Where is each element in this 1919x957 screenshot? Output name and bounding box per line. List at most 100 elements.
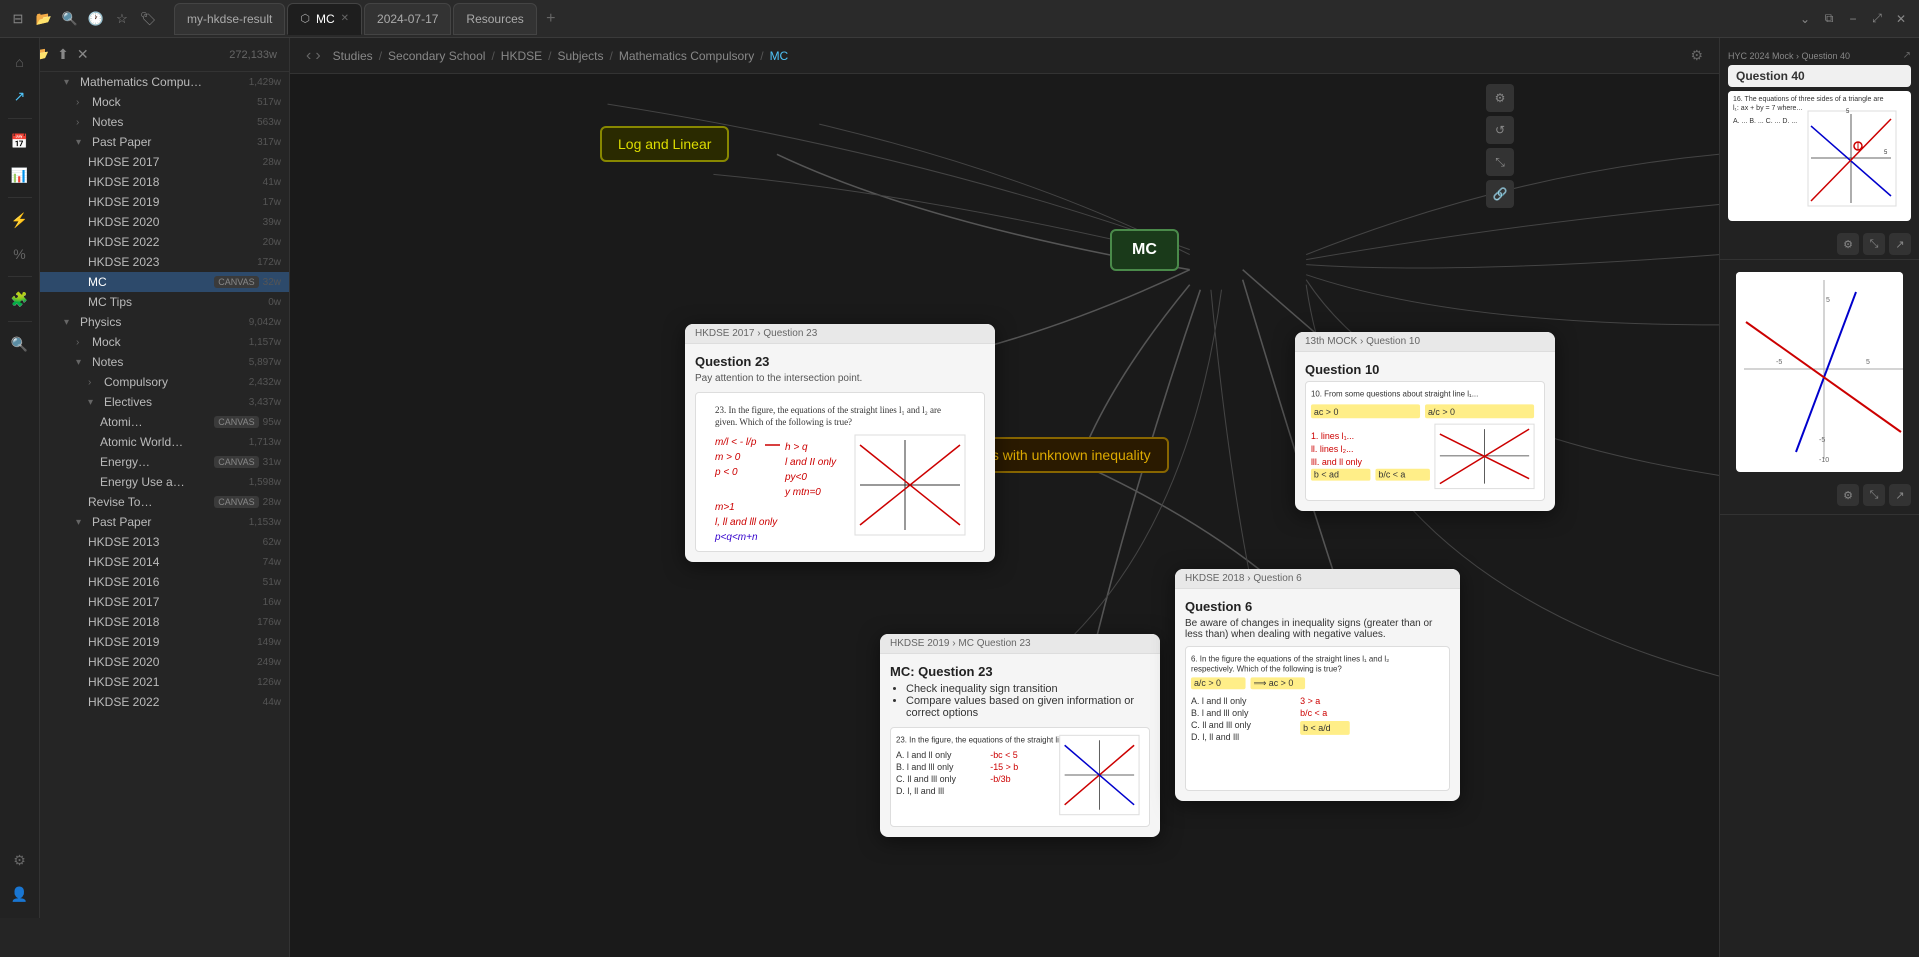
sidebar-item-hkdse2018[interactable]: HKDSE 2018 41w: [40, 172, 289, 192]
rp-graph-settings-icon[interactable]: ⚙: [1837, 484, 1859, 506]
sidebar-item-phys-hkdse2014[interactable]: HKDSE 2014 74w: [40, 552, 289, 572]
rp-q40-link-icon[interactable]: ↗: [1889, 233, 1911, 255]
rp-graph-zoom-icon[interactable]: ⤡: [1863, 484, 1885, 506]
canvas-rotate-icon[interactable]: ↺: [1486, 116, 1514, 144]
card-q23[interactable]: HKDSE 2017 › Question 23 Question 23 Pay…: [685, 324, 995, 562]
ltb-search-icon[interactable]: 🔍: [4, 328, 36, 360]
sidebar-toggle-icon[interactable]: ⊟: [8, 9, 28, 29]
sidebar-item-hkdse2019-label: HKDSE 2019: [88, 195, 259, 209]
sidebar-item-notes[interactable]: › Notes 563w: [40, 112, 289, 132]
tag-icon[interactable]: 🏷: [138, 9, 158, 29]
right-panel-q40[interactable]: HYC 2024 Mock › Question 40 ↗ Question 4…: [1720, 38, 1919, 260]
ltb-percent-icon[interactable]: %: [4, 238, 36, 270]
sidebar-item-energy[interactable]: Energy… CANVAS 31w: [40, 452, 289, 472]
breadcrumb-studies[interactable]: Studies: [333, 49, 373, 63]
svg-text:lll. and ll only: lll. and ll only: [1311, 456, 1363, 466]
card-mc-q23[interactable]: HKDSE 2019 › MC Question 23 MC: Question…: [880, 634, 1160, 837]
sidebar-item-physics-past-paper[interactable]: ▾ Past Paper 1,153w: [40, 512, 289, 532]
rp-q40-zoom-icon[interactable]: ⤡: [1863, 233, 1885, 255]
split-view-icon[interactable]: ⧉: [1819, 9, 1839, 29]
maximize-icon[interactable]: ⤢: [1867, 9, 1887, 29]
bookmark-icon[interactable]: ☆: [112, 9, 132, 29]
tab-my-hkdse[interactable]: my-hkdse-result: [174, 3, 285, 35]
canvas-settings-icon[interactable]: ⚙: [1486, 84, 1514, 112]
breadcrumb-secondary-school[interactable]: Secondary School: [388, 49, 485, 63]
sidebar-item-phys-hkdse2013[interactable]: HKDSE 2013 62w: [40, 532, 289, 552]
sidebar-item-revise-to[interactable]: Revise To… CANVAS 28w: [40, 492, 289, 512]
ltb-puzzle-icon[interactable]: 🧩: [4, 283, 36, 315]
sidebar-item-energy-use-label: Energy Use a…: [100, 475, 245, 489]
history-icon[interactable]: 🕐: [86, 9, 106, 29]
sidebar-item-hkdse2019[interactable]: HKDSE 2019 17w: [40, 192, 289, 212]
sidebar-item-phys-hkdse2019[interactable]: HKDSE 2019 149w: [40, 632, 289, 652]
card-q6[interactable]: HKDSE 2018 › Question 6 Question 6 Be aw…: [1175, 569, 1460, 801]
svg-text:⟹ ac > 0: ⟹ ac > 0: [1253, 678, 1293, 688]
titlebar: ⊟ 📂 🔍 🕐 ☆ 🏷 my-hkdse-result ⬡ MC ✕ 2024-…: [0, 0, 1919, 38]
breadcrumb-current: MC: [770, 49, 789, 63]
breadcrumb-actions: ⚙: [1690, 47, 1703, 64]
breadcrumb-settings-icon[interactable]: ⚙: [1690, 47, 1703, 64]
sidebar-item-mock[interactable]: › Mock 517w: [40, 92, 289, 112]
ltb-person-icon[interactable]: 👤: [4, 878, 36, 910]
ltb-chart-icon[interactable]: 📊: [4, 159, 36, 191]
svg-text:-5: -5: [1776, 359, 1782, 366]
canvas-badge: CANVAS: [214, 276, 258, 288]
sidebar-item-physics-mock-count: 1,157w: [249, 337, 281, 348]
sidebar-item-physics-notes[interactable]: ▾ Notes 5,897w: [40, 352, 289, 372]
search-icon[interactable]: 🔍: [60, 9, 80, 29]
sidebar-item-phys-hkdse2021[interactable]: HKDSE 2021 126w: [40, 672, 289, 692]
sidebar-item-hkdse2022[interactable]: HKDSE 2022 20w: [40, 232, 289, 252]
breadcrumb-subjects[interactable]: Subjects: [557, 49, 603, 63]
log-linear-node[interactable]: Log and Linear: [600, 126, 729, 162]
breadcrumb-math-comp[interactable]: Mathematics Compulsory: [619, 49, 754, 63]
sidebar-item-compulsory[interactable]: › Compulsory 2,432w: [40, 372, 289, 392]
sidebar-item-phys-hkdse2022[interactable]: HKDSE 2022 44w: [40, 692, 289, 712]
ltb-settings-icon[interactable]: ⚙: [4, 844, 36, 876]
nav-back-icon[interactable]: ‹: [306, 47, 311, 65]
sidebar-item-hkdse2017[interactable]: HKDSE 2017 28w: [40, 152, 289, 172]
close-sidebar-icon[interactable]: ✕: [77, 46, 89, 63]
rp-q40-settings-icon[interactable]: ⚙: [1837, 233, 1859, 255]
mc-central-node[interactable]: MC: [1110, 229, 1179, 271]
sidebar-item-hkdse2023[interactable]: HKDSE 2023 172w: [40, 252, 289, 272]
sidebar-item-hkdse2020[interactable]: HKDSE 2020 39w: [40, 212, 289, 232]
sidebar-item-electives[interactable]: ▾ Electives 3,437w: [40, 392, 289, 412]
new-tab-button[interactable]: +: [539, 7, 563, 31]
card-q10[interactable]: 13th MOCK › Question 10 Question 10 10. …: [1295, 332, 1555, 511]
folder-icon[interactable]: 📂: [34, 9, 54, 29]
sidebar-item-phys-hkdse2016[interactable]: HKDSE 2016 51w: [40, 572, 289, 592]
tab-mc-close-icon[interactable]: ✕: [341, 13, 349, 24]
sidebar-item-mc-canvas[interactable]: MC CANVAS 32w: [40, 272, 289, 292]
rp-graph-link-icon[interactable]: ↗: [1889, 484, 1911, 506]
breadcrumb-hkdse[interactable]: HKDSE: [501, 49, 542, 63]
tab-mc[interactable]: ⬡ MC ✕: [287, 3, 362, 35]
sidebar-item-mc-tips[interactable]: MC Tips 0w: [40, 292, 289, 312]
sidebar-item-hkdse2023-label: HKDSE 2023: [88, 255, 253, 269]
sidebar-item-past-paper[interactable]: ▾ Past Paper 317w: [40, 132, 289, 152]
sidebar-item-phys-hkdse2018[interactable]: HKDSE 2018 176w: [40, 612, 289, 632]
right-panel-link-icon[interactable]: ↗: [1903, 50, 1911, 61]
ltb-calendar-icon[interactable]: 📅: [4, 125, 36, 157]
dropdown-arrow-icon[interactable]: ⌄: [1795, 9, 1815, 29]
nav-forward-icon[interactable]: ›: [315, 47, 320, 65]
ltb-graph-icon[interactable]: ↗: [4, 80, 36, 112]
sidebar-item-energy-use[interactable]: Energy Use a… 1,598w: [40, 472, 289, 492]
canvas-area[interactable]: MC Log and Linear Graphs with unknown in…: [290, 74, 1719, 957]
canvas-link-icon[interactable]: 🔗: [1486, 180, 1514, 208]
minimize-icon[interactable]: −: [1843, 9, 1863, 29]
close-window-icon[interactable]: ✕: [1891, 9, 1911, 29]
sidebar-item-physics-mock[interactable]: › Mock 1,157w: [40, 332, 289, 352]
export-icon[interactable]: ⬆: [57, 46, 69, 63]
tab-resources[interactable]: Resources: [453, 3, 536, 35]
sidebar-item-phys-hkdse2020[interactable]: HKDSE 2020 249w: [40, 652, 289, 672]
tab-date[interactable]: 2024-07-17: [364, 3, 451, 35]
sidebar-item-atomic-world[interactable]: Atomic World… 1,713w: [40, 432, 289, 452]
sidebar-item-phys-hkdse2017[interactable]: HKDSE 2017 16w: [40, 592, 289, 612]
breadcrumb: ‹ › Studies / Secondary School / HKDSE /…: [290, 38, 1719, 74]
canvas-zoom-fit-icon[interactable]: ⤡: [1486, 148, 1514, 176]
sidebar-item-math-comp[interactable]: ▾ Mathematics Compu… 1,429w: [40, 72, 289, 92]
sidebar-item-atomi[interactable]: Atomi… CANVAS 95w: [40, 412, 289, 432]
ltb-lightning-icon[interactable]: ⚡: [4, 204, 36, 236]
sidebar-item-physics[interactable]: ▾ Physics 9,042w: [40, 312, 289, 332]
ltb-home-icon[interactable]: ⌂: [4, 46, 36, 78]
